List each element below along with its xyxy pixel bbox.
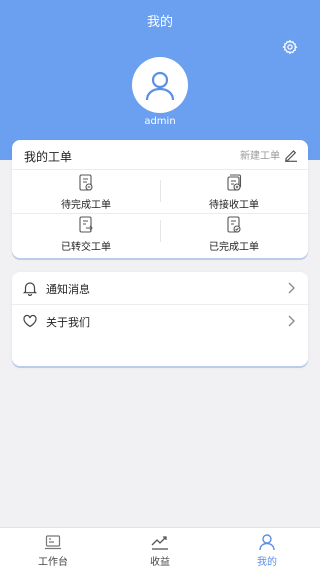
menu-card: 通知消息 关于我们 [12, 272, 308, 366]
transfer-document-icon [79, 216, 93, 233]
tab-label: 工作台 [38, 557, 68, 568]
user-avatar-icon [145, 71, 175, 101]
grid-item-completed[interactable]: 已完成工单 [160, 214, 308, 256]
grid-item-pending[interactable]: 待完成工单 [12, 172, 160, 214]
grid-item-label: 已完成工单 [209, 242, 259, 253]
completed-document-icon [227, 216, 241, 233]
new-order-button[interactable]: 新建工单 [240, 147, 298, 162]
tab-mine[interactable]: 我的 [214, 528, 320, 568]
grid-item-label: 待接收工单 [209, 200, 259, 211]
user-icon [259, 534, 275, 551]
chevron-right-icon [288, 315, 295, 327]
grid-item-label: 待完成工单 [61, 200, 111, 211]
orders-header: 我的工单 新建工单 [12, 140, 308, 170]
bell-icon [22, 282, 38, 296]
tab-workbench[interactable]: 工作台 [0, 528, 106, 568]
menu-item-label: 关于我们 [46, 316, 90, 329]
workbench-icon [45, 535, 61, 550]
grid-item-to-receive[interactable]: 待接收工单 [160, 172, 308, 214]
grid-item-transferred[interactable]: 已转交工单 [12, 214, 160, 256]
avatar[interactable] [132, 57, 188, 113]
heart-icon [23, 314, 37, 328]
bottom-tab-bar: 工作台 收益 我的 [0, 527, 320, 568]
chevron-right-icon [288, 282, 295, 294]
grid-item-label: 已转交工单 [61, 242, 111, 253]
page-title: 我的 [146, 15, 173, 30]
gear-icon [282, 39, 298, 55]
username: admin [144, 116, 176, 127]
orders-title: 我的工单 [24, 150, 73, 164]
menu-item-label: 通知消息 [46, 283, 90, 296]
menu-item-notifications[interactable]: 通知消息 [12, 272, 308, 304]
edit-pencil-icon [285, 149, 297, 162]
trend-chart-icon [151, 536, 168, 550]
tab-label: 收益 [150, 557, 170, 568]
settings-button[interactable] [280, 37, 300, 57]
menu-item-about[interactable]: 关于我们 [12, 305, 308, 337]
pending-document-icon [79, 174, 93, 191]
receive-document-icon [227, 174, 242, 191]
tab-earnings[interactable]: 收益 [107, 528, 213, 568]
tab-label: 我的 [257, 557, 277, 568]
my-orders-card: 我的工单 新建工单 待完成工单 待接收工单 已转交工单 已完成工单 [12, 140, 308, 258]
new-order-label: 新建工单 [240, 151, 280, 162]
